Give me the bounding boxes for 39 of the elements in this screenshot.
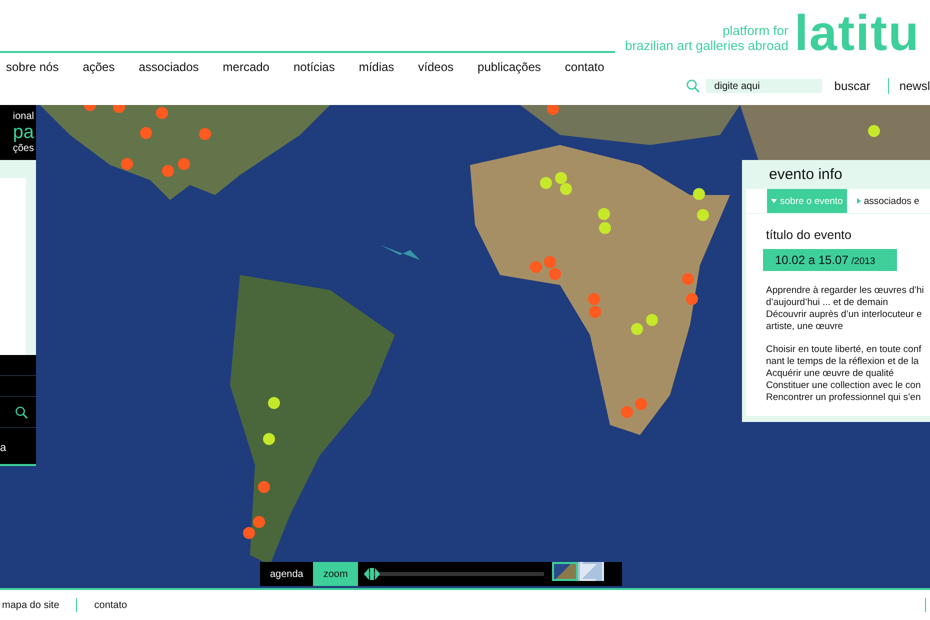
panel-title-text: ções (12, 142, 34, 155)
nav-link[interactable]: mídias (358, 60, 394, 74)
search-link[interactable]: buscar (834, 79, 870, 93)
nav-link[interactable]: notícias (293, 60, 335, 74)
map-type-thumbnail[interactable] (578, 562, 604, 581)
panel-title-text: ional (12, 110, 34, 123)
description-line: Apprendre à regarder les œuvres d’hi (766, 285, 925, 297)
search-field[interactable]: digite aqui (706, 79, 822, 93)
nav-link[interactable]: contato (564, 60, 604, 74)
description-line: Acquérir une œuvre de qualité (766, 368, 895, 380)
footer-link[interactable]: mapa do site (2, 600, 60, 610)
nav-link[interactable]: publicações (478, 60, 541, 74)
description-line: Choisir en toute liberté, en toute conf (766, 344, 922, 356)
footer-link[interactable]: contato (94, 600, 128, 610)
date-label: 10.02 a 15.07 /2013 (763, 249, 897, 271)
description-line: artiste, une œuvre (766, 321, 844, 333)
search-icon[interactable] (15, 406, 28, 418)
triangle-icon (856, 198, 861, 204)
description-line: Constituer une collection avec le con (766, 380, 922, 392)
nav-link[interactable]: associados (138, 60, 199, 74)
mode-tab[interactable]: zoom (313, 562, 358, 586)
tagline-text: platform for (722, 23, 788, 38)
event-title: título do evento (766, 228, 852, 242)
panel-title: evento info (769, 166, 844, 183)
description-line: nant le temps de la réflexion et de la (766, 356, 920, 368)
panel-title-text: pa (12, 123, 34, 142)
tagline-text: brazilian art galleries abroad (625, 38, 788, 53)
menu-item[interactable]: a (0, 428, 36, 454)
description-line: Découvrir auprès d’un interlocuteur e (766, 309, 923, 321)
nav-link[interactable]: sobre nós (6, 60, 59, 74)
map-type-thumbnail[interactable] (552, 562, 578, 581)
triangle-icon (771, 199, 777, 203)
description-line: d’aujourd’hui ... et de demain (766, 297, 889, 309)
slider-thumb[interactable] (364, 567, 380, 581)
nav-link[interactable]: mercado (222, 60, 270, 74)
nav-link[interactable]: vídeos (418, 60, 454, 74)
nav-link[interactable]: ações (82, 60, 115, 74)
description-line: Rencontrer un professionnel qui s’en (766, 392, 922, 404)
newsletter-link[interactable]: newsl (899, 79, 930, 93)
